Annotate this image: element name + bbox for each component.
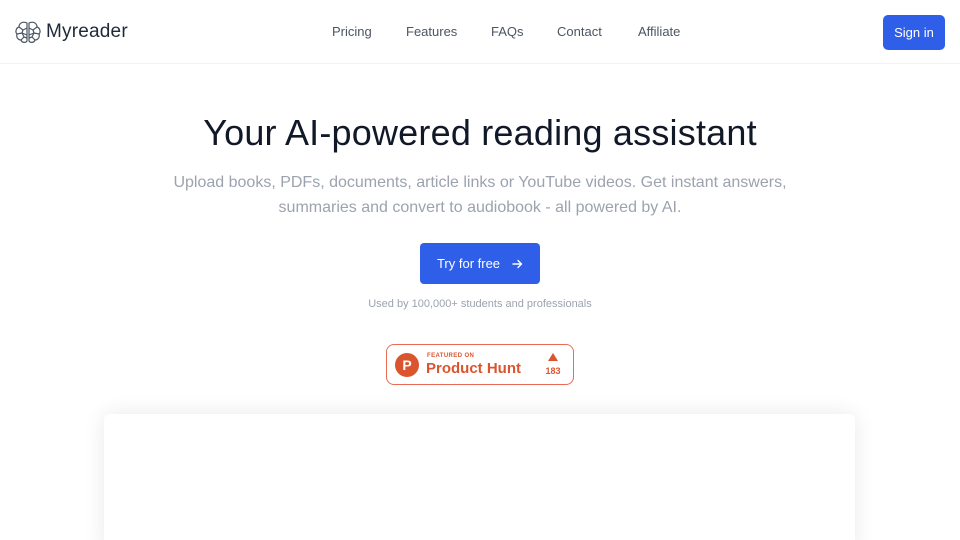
page: Myreader Pricing Features FAQs Contact A… [0, 0, 960, 540]
nav-link-pricing[interactable]: Pricing [332, 24, 372, 39]
product-hunt-featured-label: FEATURED ON [427, 353, 475, 359]
main-nav: Pricing Features FAQs Contact Affiliate [0, 24, 960, 42]
nav-link-affiliate[interactable]: Affiliate [638, 24, 680, 39]
product-hunt-logo-icon: P [395, 353, 419, 377]
nav-link-features[interactable]: Features [406, 24, 457, 39]
try-for-free-label: Try for free [436, 256, 501, 271]
site-header: Myreader Pricing Features FAQs Contact A… [0, 0, 960, 64]
social-proof-text: Used by 100,000+ students and profession… [368, 298, 592, 310]
upvote-triangle-icon [548, 353, 558, 361]
sign-in-button[interactable]: Sign in [883, 15, 945, 50]
hero-title: Your AI-powered reading assistant [203, 112, 757, 153]
product-hunt-name: Product Hunt [426, 360, 521, 377]
product-hunt-badge[interactable]: P FEATURED ON Product Hunt 183 [386, 344, 574, 385]
product-hunt-logo-letter: P [402, 357, 412, 373]
nav-link-contact[interactable]: Contact [557, 24, 602, 39]
app-preview-card [104, 414, 855, 540]
arrow-right-icon [512, 259, 523, 268]
try-for-free-button[interactable]: Try for free [420, 243, 540, 284]
nav-link-faqs[interactable]: FAQs [491, 24, 524, 39]
hero-subtitle: Upload books, PDFs, documents, article l… [173, 174, 787, 216]
product-hunt-upvote-count: 183 [545, 366, 561, 376]
